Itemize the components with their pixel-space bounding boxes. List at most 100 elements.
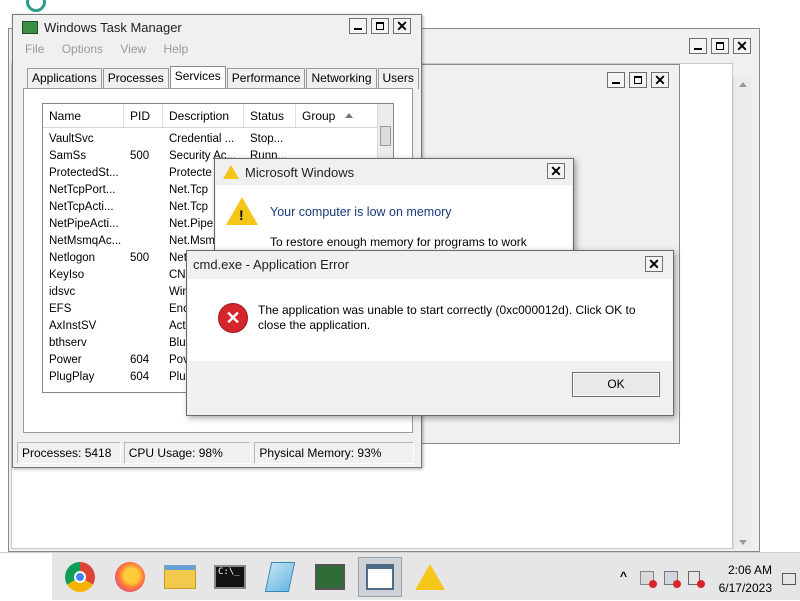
low-memory-detail: To restore enough memory for programs to… — [270, 235, 527, 249]
tab-performance[interactable]: Performance — [226, 68, 306, 89]
maximize-button[interactable] — [629, 72, 647, 88]
clock-time[interactable]: 2:06 AM — [722, 563, 772, 577]
cell-pid — [124, 335, 163, 352]
maximize-button[interactable] — [371, 18, 389, 34]
column-name[interactable]: Name — [43, 104, 124, 127]
error-message: The application was unable to start corr… — [258, 303, 636, 332]
table-row[interactable]: VaultSvc Credential ... Stop... — [43, 131, 296, 148]
tray-chevron[interactable]: ^ — [620, 569, 627, 583]
close-button[interactable]: ✕ — [645, 256, 663, 272]
warning-icon — [223, 165, 239, 179]
column-description[interactable]: Description — [163, 104, 244, 127]
status-memory: Physical Memory: 93% — [254, 442, 414, 464]
status-cpu: CPU Usage: 98% — [123, 442, 252, 464]
cell-name: EFS — [49, 303, 72, 315]
cell-name: NetMsmqAc... — [49, 235, 122, 247]
menu-file[interactable]: File — [25, 42, 44, 56]
cell-name: PlugPlay — [49, 371, 95, 383]
error-icon: ✕ — [218, 303, 248, 333]
cell-status: Stop... — [250, 133, 284, 145]
tab-services[interactable]: Services — [169, 66, 226, 89]
taskbar-warning[interactable] — [408, 557, 452, 597]
cell-pid — [124, 233, 163, 250]
cell-name: NetTcpPort... — [49, 184, 116, 196]
cell-name: Power — [49, 354, 82, 366]
warning-icon — [415, 564, 445, 590]
tab-applications[interactable]: Applications — [27, 68, 102, 89]
close-button[interactable]: ✕ — [651, 72, 669, 88]
menu-view[interactable]: View — [120, 42, 146, 56]
cell-name: NetTcpActi... — [49, 201, 114, 213]
scroll-thumb[interactable] — [380, 126, 391, 146]
cell-name: VaultSvc — [49, 133, 94, 145]
cell-pid — [124, 267, 163, 284]
minimize-button[interactable] — [607, 72, 625, 88]
menu-help[interactable]: Help — [164, 42, 189, 56]
tab-networking[interactable]: Networking — [306, 68, 377, 89]
clock-date[interactable]: 6/17/2023 — [712, 581, 772, 595]
low-memory-titlebar: Microsoft Windows ✕ — [215, 159, 573, 185]
cell-pid — [124, 318, 163, 335]
task-manager-icon — [315, 564, 345, 590]
window-title: Windows Task Manager — [44, 19, 182, 35]
taskbar: C:\_ ^ 2:06 AM 6/17/2023 — [0, 552, 800, 601]
cell-name: KeyIso — [49, 269, 85, 281]
menu-options[interactable]: Options — [62, 42, 103, 56]
close-button[interactable]: ✕ — [393, 18, 411, 34]
cell-pid — [124, 182, 163, 199]
cell-desc: Credential ... — [169, 133, 235, 145]
task-manager-icon — [22, 20, 38, 34]
cell-pid: 500 — [130, 150, 150, 162]
tray-volume-icon[interactable] — [688, 571, 705, 588]
taskbar-chrome[interactable] — [58, 557, 102, 597]
taskbar-notepad[interactable] — [258, 557, 302, 597]
minimize-button[interactable] — [689, 38, 707, 54]
cell-name: ProtectedSt... — [49, 167, 119, 179]
status-processes: Processes: 5418 — [17, 442, 121, 464]
window-icon — [366, 564, 394, 590]
list-header: Name PID Description Status Group — [43, 104, 378, 128]
taskbar-window[interactable] — [358, 557, 402, 597]
application-error-dialog: cmd.exe - Application Error ✕ ✕ The appl… — [186, 250, 674, 416]
tab-users[interactable]: Users — [377, 68, 419, 89]
column-pid[interactable]: PID — [124, 104, 163, 127]
scroll-up-icon[interactable] — [738, 82, 747, 87]
warning-mark: ! — [239, 207, 244, 223]
column-status[interactable]: Status — [244, 104, 296, 127]
tab-strip: Applications Processes Services Performa… — [27, 66, 420, 89]
cell-pid: 604 — [130, 371, 150, 383]
vertical-scrollbar[interactable] — [733, 77, 751, 549]
tab-processes[interactable]: Processes — [102, 68, 169, 89]
cell-name: idsvc — [49, 286, 76, 298]
taskbar-firefox[interactable] — [108, 557, 152, 597]
tray-flag-icon[interactable] — [640, 571, 657, 588]
task-manager-titlebar: Windows Task Manager ✕ — [13, 15, 421, 39]
dialog-title: Microsoft Windows — [245, 164, 355, 180]
cell-pid — [124, 165, 163, 182]
partial-app-icon — [26, 0, 46, 12]
notepad-icon — [264, 562, 296, 592]
show-desktop-icon[interactable] — [782, 573, 796, 585]
close-button[interactable]: ✕ — [547, 163, 565, 179]
minimize-button[interactable] — [349, 18, 367, 34]
file-explorer-icon — [164, 565, 196, 589]
ok-button[interactable]: OK — [572, 372, 660, 397]
cell-pid: 604 — [130, 354, 150, 366]
cell-pid — [124, 199, 163, 216]
cell-pid — [124, 301, 163, 318]
taskbar-task-manager[interactable] — [308, 557, 352, 597]
cell-pid: 500 — [130, 252, 150, 264]
error-body: ✕ The application was unable to start co… — [188, 279, 672, 361]
close-button[interactable]: ✕ — [733, 38, 751, 54]
taskbar-left-gap — [0, 553, 52, 601]
cell-pid — [124, 284, 163, 301]
cell-name: NetPipeActi... — [49, 218, 119, 230]
scroll-down-icon[interactable] — [739, 540, 747, 545]
taskbar-cmd[interactable]: C:\_ — [208, 557, 252, 597]
maximize-button[interactable] — [711, 38, 729, 54]
taskbar-file-explorer[interactable] — [158, 557, 202, 597]
column-group[interactable]: Group — [296, 104, 378, 127]
chrome-icon — [65, 562, 95, 592]
column-group-label: Group — [302, 108, 336, 123]
tray-network-icon[interactable] — [664, 571, 681, 588]
